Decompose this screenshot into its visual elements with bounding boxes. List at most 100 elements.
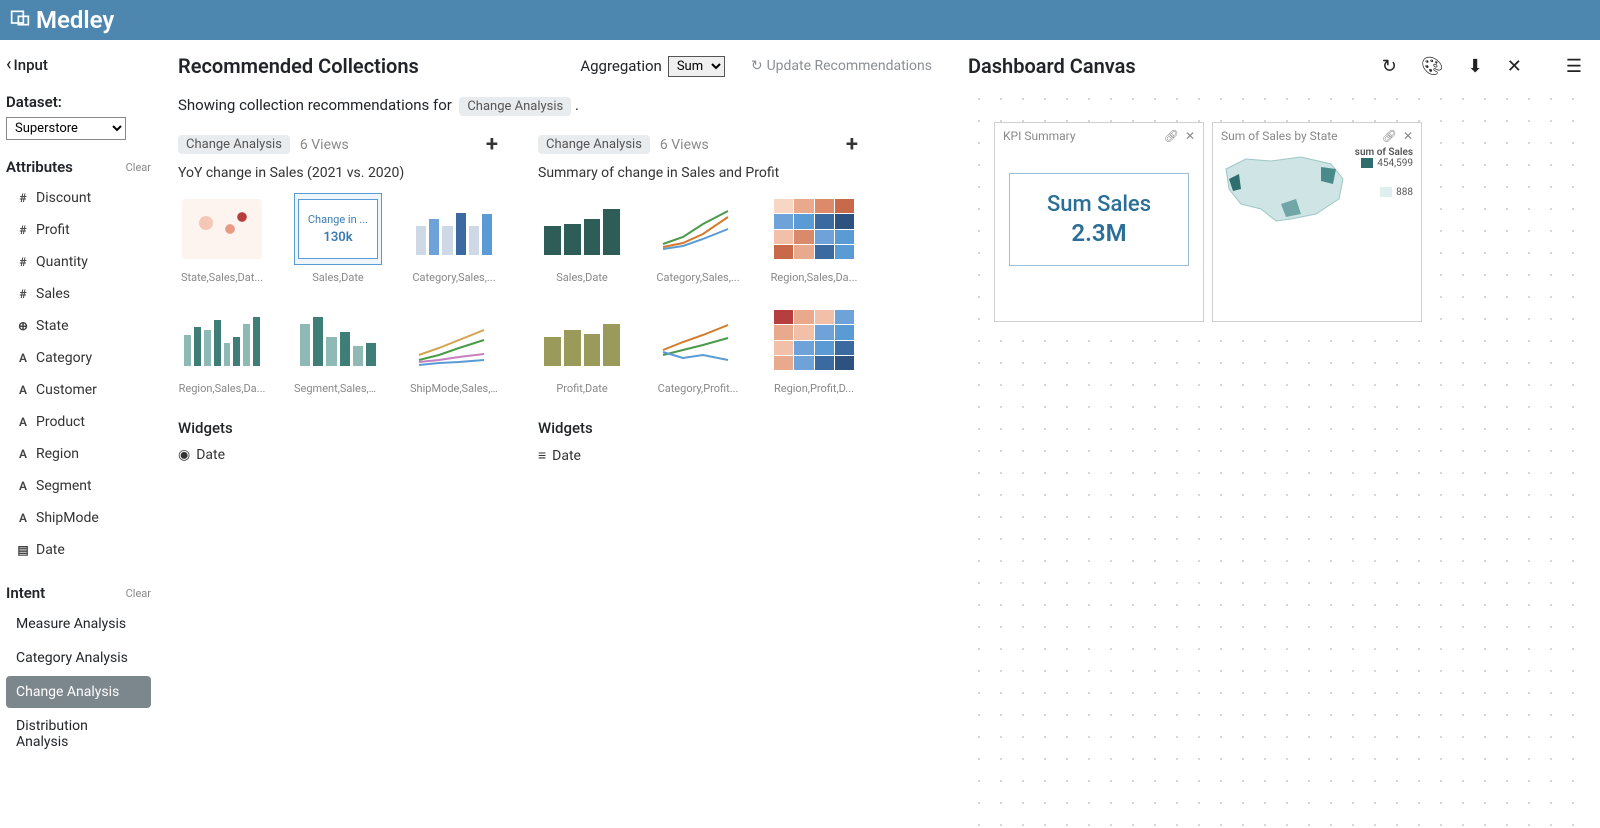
chevron-left-icon: ‹ — [6, 54, 12, 75]
aggregation-select[interactable]: Sum — [668, 56, 725, 77]
attribute-item[interactable]: ⊕State — [6, 310, 151, 342]
card-close-icon[interactable]: ✕ — [1185, 129, 1195, 143]
chart-thumbnail[interactable]: Category,Sales,... — [654, 193, 742, 284]
collection-tag[interactable]: Change Analysis — [178, 135, 290, 154]
dataset-select[interactable]: Superstore — [6, 117, 126, 140]
collection: Change Analysis 6 Views + YoY change in Sal… — [178, 132, 498, 464]
attr-type-icon: A — [16, 415, 30, 429]
attr-label: Sales — [36, 286, 70, 302]
widget-item[interactable]: ◉Date — [178, 447, 498, 463]
chart-thumbnail[interactable]: ShipMode,Sales,... — [410, 304, 498, 395]
thumbnail-label: Category,Sales,... — [654, 271, 742, 284]
attributes-label: Attributes Clear — [6, 158, 151, 176]
chart-thumbnail[interactable]: Profit,Date — [538, 304, 626, 395]
attr-type-icon: # — [16, 255, 30, 269]
attr-label: Segment — [36, 478, 92, 494]
attr-label: Customer — [36, 382, 97, 398]
menu-icon[interactable]: ☰ — [1566, 56, 1582, 77]
dataset-label: Dataset: — [6, 93, 151, 111]
close-canvas-icon[interactable]: ✕ — [1507, 56, 1522, 77]
attributes-clear[interactable]: Clear — [126, 161, 151, 174]
showing-pill[interactable]: Change Analysis — [459, 97, 571, 116]
chart-thumbnail[interactable]: Category,Profit... — [654, 304, 742, 395]
download-icon[interactable]: ⬇ — [1468, 56, 1483, 77]
back-input-link[interactable]: ‹ Input — [6, 54, 151, 75]
attribute-list: #Discount#Profit # Quantity #Sales⊕State A Ca… — [6, 182, 151, 566]
thumbnail-label: Region,Profit,D... — [770, 382, 858, 395]
attribute-item[interactable]: #Profit — [6, 214, 151, 246]
collection-tag[interactable]: Change Analysis — [538, 135, 650, 154]
refresh-canvas-icon[interactable]: ↻ — [1382, 56, 1397, 77]
attr-label: State — [36, 318, 69, 334]
sidebar: ‹ Input Dataset: Superstore Attributes C… — [0, 40, 160, 824]
refresh-icon: ↻ — [751, 58, 763, 74]
add-collection-icon[interactable]: + — [486, 132, 498, 157]
chart-thumbnail[interactable]: Sales,Date — [538, 193, 626, 284]
canvas-card-kpi[interactable]: KPI Summary 🔗︎ ✕ Sum Sales 2.3M — [994, 122, 1204, 322]
intent-item[interactable]: Measure Analysis — [6, 608, 151, 640]
thumbnail-label: Sales,Date — [538, 271, 626, 284]
canvas-card-title: KPI Summary — [1003, 129, 1076, 143]
collection-views: 6 Views — [660, 137, 709, 153]
thumbnail-label: Segment,Sales,D... — [294, 382, 382, 395]
widgets-heading: Widgets — [178, 419, 498, 437]
dashboard-canvas[interactable]: KPI Summary 🔗︎ ✕ Sum Sales 2.3M Sum of Sa… — [968, 88, 1582, 828]
attr-type-icon: A — [16, 351, 30, 365]
attr-type-icon: A — [16, 447, 30, 461]
chart-thumbnail[interactable]: Category,Sales,... — [410, 193, 498, 284]
chart-thumbnail[interactable]: Region,Profit,D... — [770, 304, 858, 395]
collection-views: 6 Views — [300, 137, 349, 153]
collection-subtitle: Summary of change in Sales and Profit — [538, 165, 858, 181]
attr-label: Region — [36, 446, 79, 462]
intent-item[interactable]: Category Analysis — [6, 642, 151, 674]
attribute-item[interactable]: #Discount — [6, 182, 151, 214]
thumbnail-label: State,Sales,Dat... — [178, 271, 266, 284]
chart-thumbnail[interactable]: Change in ...130kSales,Date — [294, 193, 382, 284]
attribute-item[interactable]: #Sales — [6, 278, 151, 310]
attr-label: Quantity — [36, 254, 88, 270]
chart-thumbnail[interactable]: Segment,Sales,D... — [294, 304, 382, 395]
recommendations-panel: Recommended Collections Aggregation Sum … — [160, 40, 950, 824]
intent-item[interactable]: Distribution Analysis — [6, 710, 151, 758]
attribute-item[interactable]: ACustomer — [6, 374, 151, 406]
kpi-value: 2.3M — [1020, 219, 1178, 247]
attribute-item[interactable]: # Quantity — [6, 246, 151, 278]
attr-label: Product — [36, 414, 85, 430]
palette-icon[interactable]: 🎨︎ — [1421, 56, 1444, 77]
dashboard-panel: Dashboard Canvas ↻ 🎨︎ ⬇ ✕ ☰ KPI Summary … — [950, 40, 1600, 824]
canvas-card-map[interactable]: Sum of Sales by State 🔗︎ ✕ sum of Sales 4… — [1212, 122, 1422, 322]
thumbnail-label: ShipMode,Sales,... — [410, 382, 498, 395]
canvas-card-title: Sum of Sales by State — [1221, 129, 1338, 143]
update-recommendations[interactable]: ↻ Update Recommendations — [751, 58, 932, 74]
attribute-item[interactable]: A Category — [6, 342, 151, 374]
chart-thumbnail[interactable]: Region,Sales,Da... — [178, 304, 266, 395]
widget-icon: ◉ — [178, 447, 190, 463]
thumbnail-label: Region,Sales,Da... — [770, 271, 858, 284]
attribute-item[interactable]: ▤Date — [6, 534, 151, 566]
attribute-item[interactable]: A Product — [6, 406, 151, 438]
attribute-item[interactable]: A Region — [6, 438, 151, 470]
map-legend: sum of Sales 454,599 888 — [1355, 147, 1413, 198]
attr-label: Date — [36, 542, 65, 558]
intent-item[interactable]: Change Analysis — [6, 676, 151, 708]
add-collection-icon[interactable]: + — [846, 132, 858, 157]
thumbnail-label: Region,Sales,Da... — [178, 382, 266, 395]
chart-thumbnail[interactable]: Region,Sales,Da... — [770, 193, 858, 284]
collection-subtitle: YoY change in Sales (2021 vs. 2020) — [178, 165, 498, 181]
link-icon[interactable]: 🔗︎ — [1382, 129, 1397, 143]
showing-text: Showing collection recommendations for C… — [178, 96, 932, 116]
attr-label: Profit — [36, 222, 70, 238]
topbar: Medley — [0, 0, 1600, 40]
attribute-item[interactable]: ASegment — [6, 470, 151, 502]
card-close-icon[interactable]: ✕ — [1403, 129, 1413, 143]
link-icon[interactable]: 🔗︎ — [1164, 129, 1179, 143]
attr-label: Category — [36, 350, 92, 366]
kpi-label: Sum Sales — [1020, 192, 1178, 217]
aggregation-control: Aggregation Sum — [580, 56, 725, 77]
chart-thumbnail[interactable]: State,Sales,Dat... — [178, 193, 266, 284]
widget-item[interactable]: ≡Date — [538, 447, 858, 464]
intent-clear[interactable]: Clear — [126, 587, 151, 600]
attribute-item[interactable]: AShipMode — [6, 502, 151, 534]
widgets-heading: Widgets — [538, 419, 858, 437]
widget-icon: ≡ — [538, 447, 546, 464]
